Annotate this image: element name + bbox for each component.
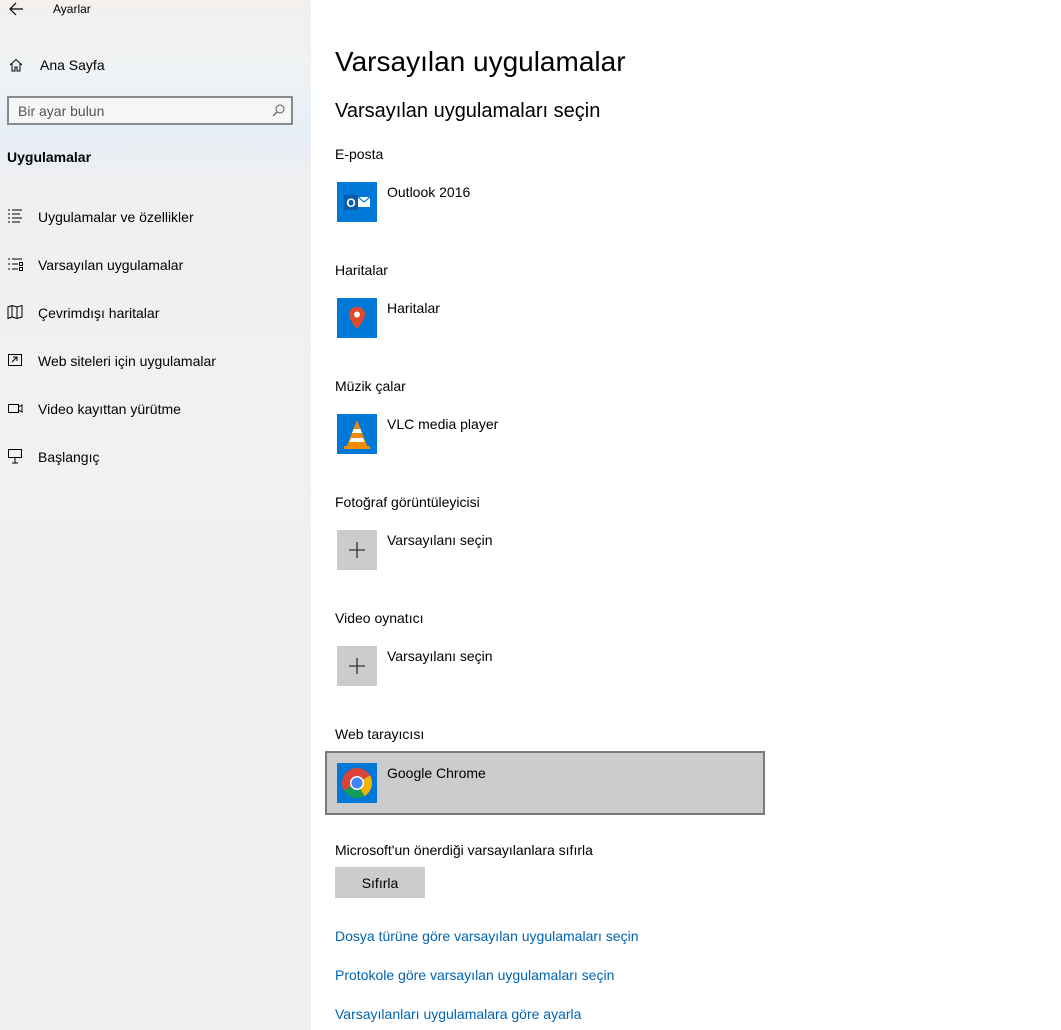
sidebar-item-startup[interactable]: Başlangıç [0,442,311,472]
category-label-music: Müzik çalar [335,378,406,394]
vlc-icon [337,414,377,454]
maps-app-name: Haritalar [387,300,440,316]
back-arrow-icon[interactable] [7,0,27,18]
reset-label: Microsoft'un önerdiği varsayılanlara sıf… [335,842,593,858]
apps-features-icon [8,209,22,223]
browser-app-name: Google Chrome [387,765,486,781]
page-title: Varsayılan uygulamalar [335,46,626,77]
sidebar-item-offline-maps[interactable]: Çevrimdışı haritalar [0,298,311,328]
plus-icon [337,646,377,686]
main-content: Varsayılan uygulamalar Varsayılan uygula… [311,0,1061,1030]
maps-icon [337,298,377,338]
offline-maps-icon [7,304,23,320]
category-label-email: E-posta [335,146,384,162]
search-input[interactable] [18,102,258,120]
link-set-defaults-by-app[interactable]: Varsayılanları uygulamalara göre ayarla [335,1006,581,1022]
sidebar-item-label: Video kayıttan yürütme [38,401,181,417]
link-choose-by-protocol[interactable]: Protokole göre varsayılan uygulamaları s… [335,967,614,983]
email-app-name: Outlook 2016 [387,184,471,200]
reset-button[interactable]: Sıfırla [335,867,425,898]
photo-app-tile[interactable]: Varsayılanı seçin [327,522,763,582]
search-icon[interactable] [272,104,285,117]
music-app-name: VLC media player [387,416,499,432]
sidebar-item-apps-features[interactable]: Uygulamalar ve özellikler [0,202,311,232]
sidebar-item-label: Web siteleri için uygulamalar [38,353,216,369]
maps-app-tile[interactable]: Haritalar [327,290,763,350]
sidebar-item-label: Uygulamalar ve özellikler [38,209,194,225]
sidebar-item-default-apps[interactable]: Varsayılan uygulamalar [0,250,311,280]
window-title: Ayarlar [53,2,91,16]
category-label-maps: Haritalar [335,262,388,278]
music-app-tile[interactable]: VLC media player [327,406,763,466]
category-label-video: Video oynatıcı [335,610,424,626]
sidebar-item-label: Başlangıç [38,449,100,465]
plus-icon [337,530,377,570]
home-label: Ana Sayfa [40,57,105,73]
sidebar-item-label: Varsayılan uygulamalar [38,257,184,273]
browser-app-tile[interactable]: Google Chrome [325,751,765,815]
sidebar: Ayarlar Ana Sayfa Uygulamalar Uygulamala… [0,0,311,1030]
video-app-tile[interactable]: Varsayılanı seçin [327,638,763,698]
chrome-icon [337,763,377,803]
page-subtitle: Varsayılan uygulamaları seçin [335,100,601,122]
apps-for-websites-icon [8,354,22,366]
svg-text:O: O [346,196,355,210]
category-label-browser: Web tarayıcısı [335,726,425,742]
default-apps-icon [8,258,23,271]
video-playback-icon [8,404,23,413]
startup-icon [8,449,22,464]
search-box[interactable] [7,96,293,125]
category-label-photo: Fotoğraf görüntüleyicisi [335,494,480,510]
sidebar-item-video-playback[interactable]: Video kayıttan yürütme [0,394,311,424]
home-nav-item[interactable]: Ana Sayfa [0,52,311,80]
video-app-name: Varsayılanı seçin [387,648,493,664]
photo-app-name: Varsayılanı seçin [387,532,493,548]
email-app-tile[interactable]: O Outlook 2016 [327,174,763,234]
home-icon [9,58,23,72]
section-title: Uygulamalar [7,149,92,165]
sidebar-item-label: Çevrimdışı haritalar [38,305,160,321]
link-choose-by-file-type[interactable]: Dosya türüne göre varsayılan uygulamalar… [335,928,639,944]
outlook-icon: O [337,182,377,222]
sidebar-item-apps-for-websites[interactable]: Web siteleri için uygulamalar [0,346,311,376]
